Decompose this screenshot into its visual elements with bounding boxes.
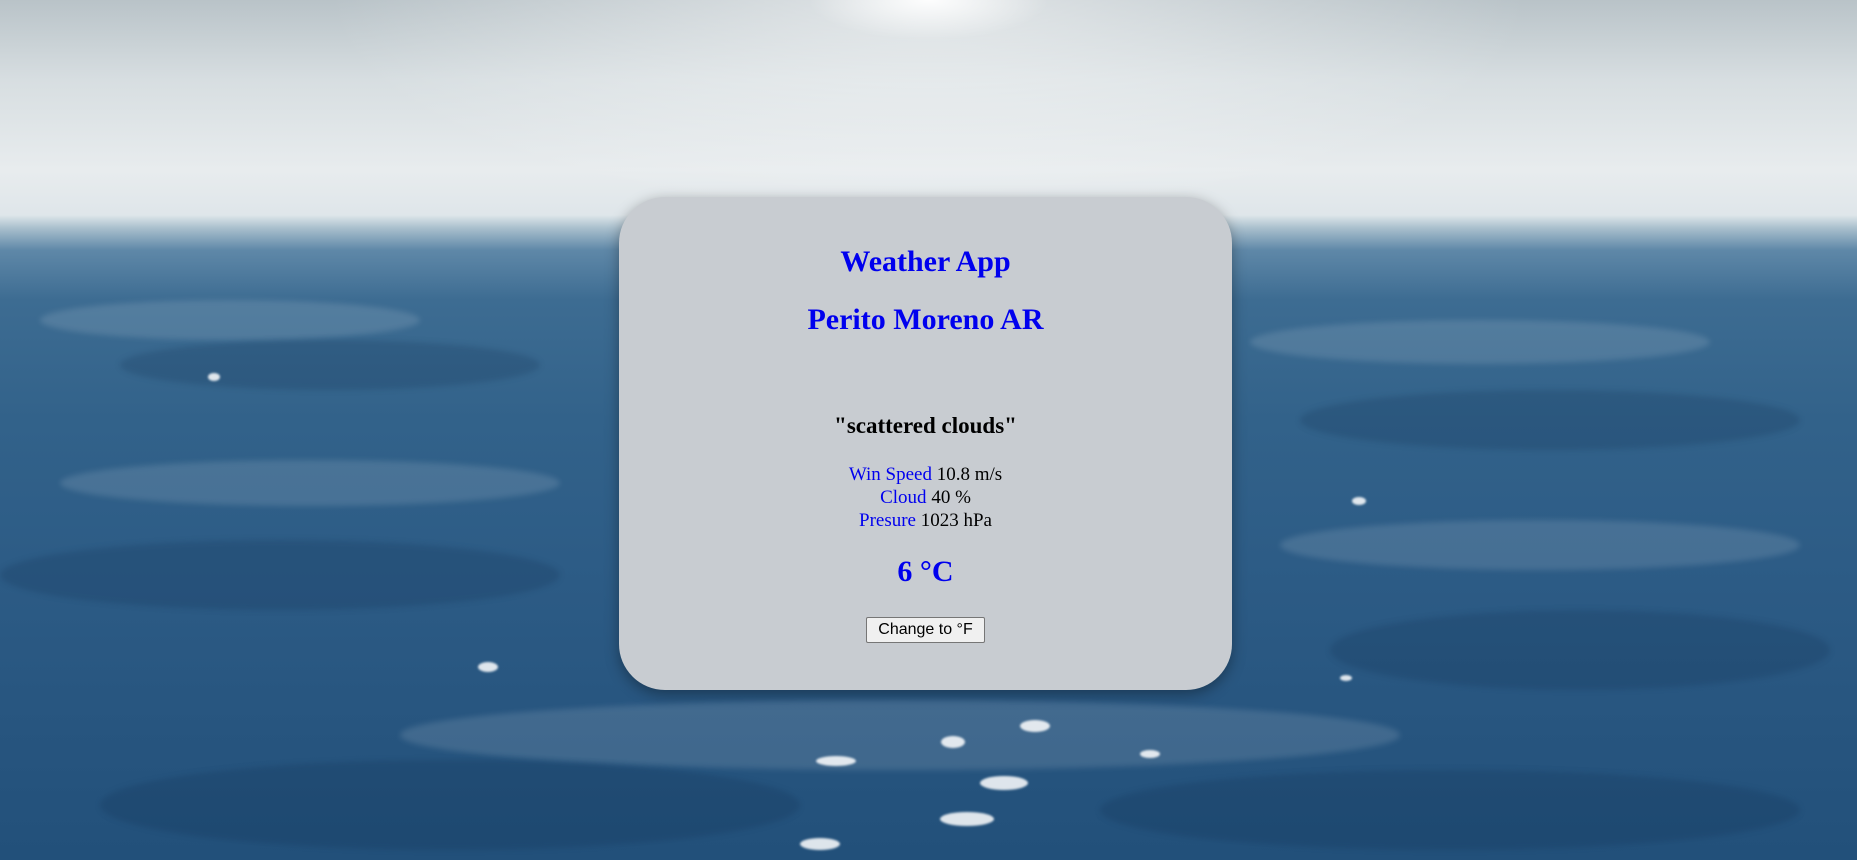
wave-shadow bbox=[1100, 770, 1800, 850]
wave-shadow bbox=[0, 540, 560, 610]
weather-description: "scattered clouds" bbox=[834, 413, 1017, 438]
pressure-value: 1023 hPa bbox=[920, 510, 992, 531]
app-title: Weather App bbox=[840, 245, 1011, 278]
water-glint bbox=[1020, 720, 1050, 732]
cloud-label: Cloud bbox=[880, 487, 927, 508]
wave-highlight bbox=[400, 700, 1400, 770]
cloud-value: 40 % bbox=[931, 487, 971, 508]
pressure-row: Presure 1023 hPa bbox=[619, 509, 1232, 532]
location-name: Perito Moreno AR bbox=[807, 303, 1044, 336]
water-glint bbox=[1140, 750, 1160, 758]
weather-card: Weather App Perito Moreno AR "scattered … bbox=[619, 197, 1232, 690]
wave-highlight bbox=[60, 460, 560, 506]
pressure-label: Presure bbox=[859, 510, 916, 531]
water-glint bbox=[940, 812, 994, 826]
water-glint bbox=[941, 736, 965, 748]
cloud-row: Cloud 40 % bbox=[619, 486, 1232, 509]
water-glint bbox=[816, 756, 856, 766]
water-glint bbox=[478, 662, 498, 672]
wave-shadow bbox=[100, 760, 800, 850]
wave-shadow bbox=[1300, 390, 1800, 450]
wind-speed-label: Win Speed bbox=[848, 464, 932, 485]
wave-shadow bbox=[1330, 610, 1830, 690]
water-glint bbox=[980, 776, 1028, 790]
wave-highlight bbox=[1280, 520, 1800, 570]
water-glint bbox=[800, 838, 840, 850]
water-glint bbox=[1352, 497, 1366, 505]
wind-speed-value: 10.8 m/s bbox=[936, 464, 1003, 485]
water-glint bbox=[208, 373, 220, 381]
temperature-value: 6 °C bbox=[897, 555, 954, 588]
wave-highlight bbox=[1250, 320, 1710, 364]
wind-speed-row: Win Speed 10.8 m/s bbox=[619, 463, 1232, 486]
change-unit-button[interactable]: Change to °F bbox=[866, 617, 985, 643]
wave-highlight bbox=[40, 300, 420, 340]
water-glint bbox=[1340, 675, 1352, 681]
wave-shadow bbox=[120, 340, 540, 390]
